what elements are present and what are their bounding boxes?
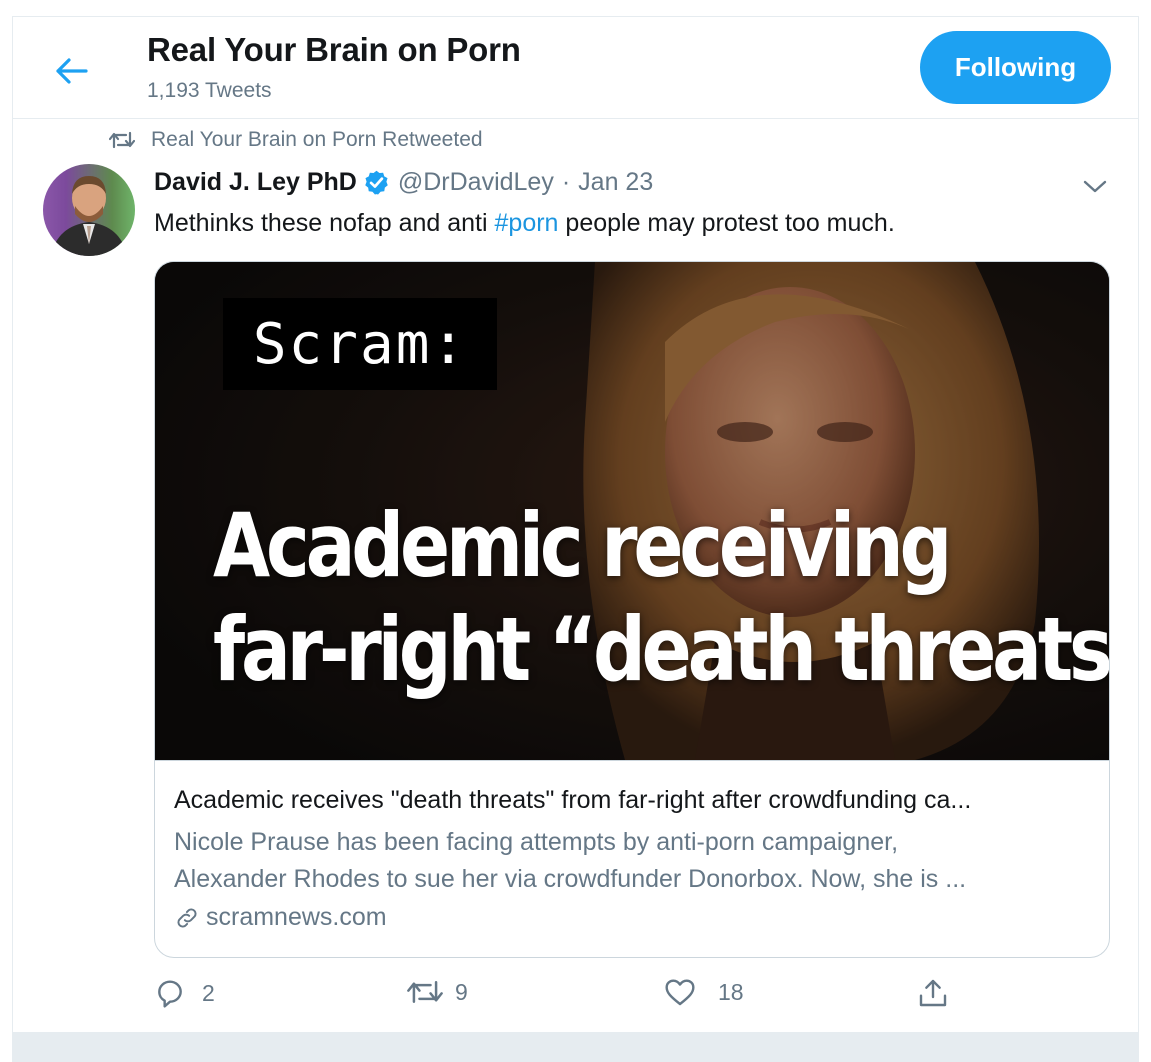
link-icon: [177, 907, 197, 928]
avatar-portrait: [51, 176, 127, 256]
retweet-button[interactable]: 9: [407, 977, 468, 1007]
retweet-icon: [109, 131, 135, 149]
heart-icon: [665, 979, 695, 1006]
back-button[interactable]: [49, 49, 93, 93]
card-description-line2: Alexander Rhodes to sue her via crowdfun…: [174, 865, 967, 893]
retweet-context: Real Your Brain on Porn Retweeted: [109, 128, 483, 152]
reply-count: 2: [202, 979, 215, 1006]
author-handle[interactable]: @DrDavidLey: [398, 168, 554, 197]
card-domain-label: scramnews.com: [206, 903, 387, 931]
card-domain: scramnews.com: [174, 903, 387, 932]
brand-label: Scram:: [252, 311, 468, 377]
share-button[interactable]: [917, 977, 949, 1009]
brand-badge: Scram:: [223, 298, 497, 390]
like-button[interactable]: 18: [664, 977, 744, 1007]
chevron-down-icon[interactable]: [1081, 174, 1109, 198]
image-headline: Academic receiving far-right “death thre…: [213, 494, 1109, 702]
tweet-count: 1,193 Tweets: [147, 79, 272, 102]
like-count: 18: [718, 978, 744, 1005]
tweet-text-before: Methinks these nofap and anti: [154, 209, 495, 237]
author-name[interactable]: David J. Ley PhD: [154, 168, 357, 197]
card-description-line1: Nicole Prause has been facing attempts b…: [174, 828, 899, 856]
card-image[interactable]: Scram: Academic receiving far-right “dea…: [155, 262, 1109, 760]
card-title: Academic receives "death threats" from f…: [174, 786, 972, 814]
tweet-actions: 2 9 18: [154, 977, 1110, 1017]
tweet-date[interactable]: Jan 23: [578, 168, 653, 197]
verified-badge-icon: [365, 170, 388, 195]
share-icon: [919, 979, 947, 1007]
reply-button[interactable]: 2: [154, 977, 215, 1009]
profile-header: Real Your Brain on Porn 1,193 Tweets Fol…: [13, 17, 1138, 119]
tweet-header: David J. Ley PhD @DrDavidLey · Jan 23: [154, 168, 653, 197]
retweet-count: 9: [455, 978, 468, 1005]
separator-dot: ·: [561, 168, 571, 196]
image-headline-line1: Academic receiving: [213, 494, 952, 597]
image-headline-line2: far-right “death threats”: [213, 598, 1109, 701]
arrow-left-icon: [56, 58, 88, 84]
retweet-context-label[interactable]: Real Your Brain on Porn Retweeted: [151, 128, 483, 152]
card-body[interactable]: Academic receives "death threats" from f…: [155, 760, 1109, 957]
retweet-action-icon: [407, 981, 443, 1003]
card-description: Nicole Prause has been facing attempts b…: [174, 824, 1094, 898]
tweet-text-after: people may protest too much.: [558, 209, 895, 237]
following-button[interactable]: Following: [920, 31, 1111, 104]
hashtag-link[interactable]: #porn: [495, 209, 559, 237]
reply-icon: [158, 980, 182, 1008]
profile-name: Real Your Brain on Porn: [147, 31, 521, 68]
tweet-text: Methinks these nofap and anti #porn peop…: [154, 209, 895, 238]
timeline-frame: Real Your Brain on Porn 1,193 Tweets Fol…: [12, 16, 1139, 1062]
link-card[interactable]: Scram: Academic receiving far-right “dea…: [154, 261, 1110, 958]
tweet[interactable]: Real Your Brain on Porn Retweeted David …: [13, 120, 1138, 1032]
avatar[interactable]: [43, 164, 135, 256]
tweet-separator: [13, 1032, 1138, 1062]
